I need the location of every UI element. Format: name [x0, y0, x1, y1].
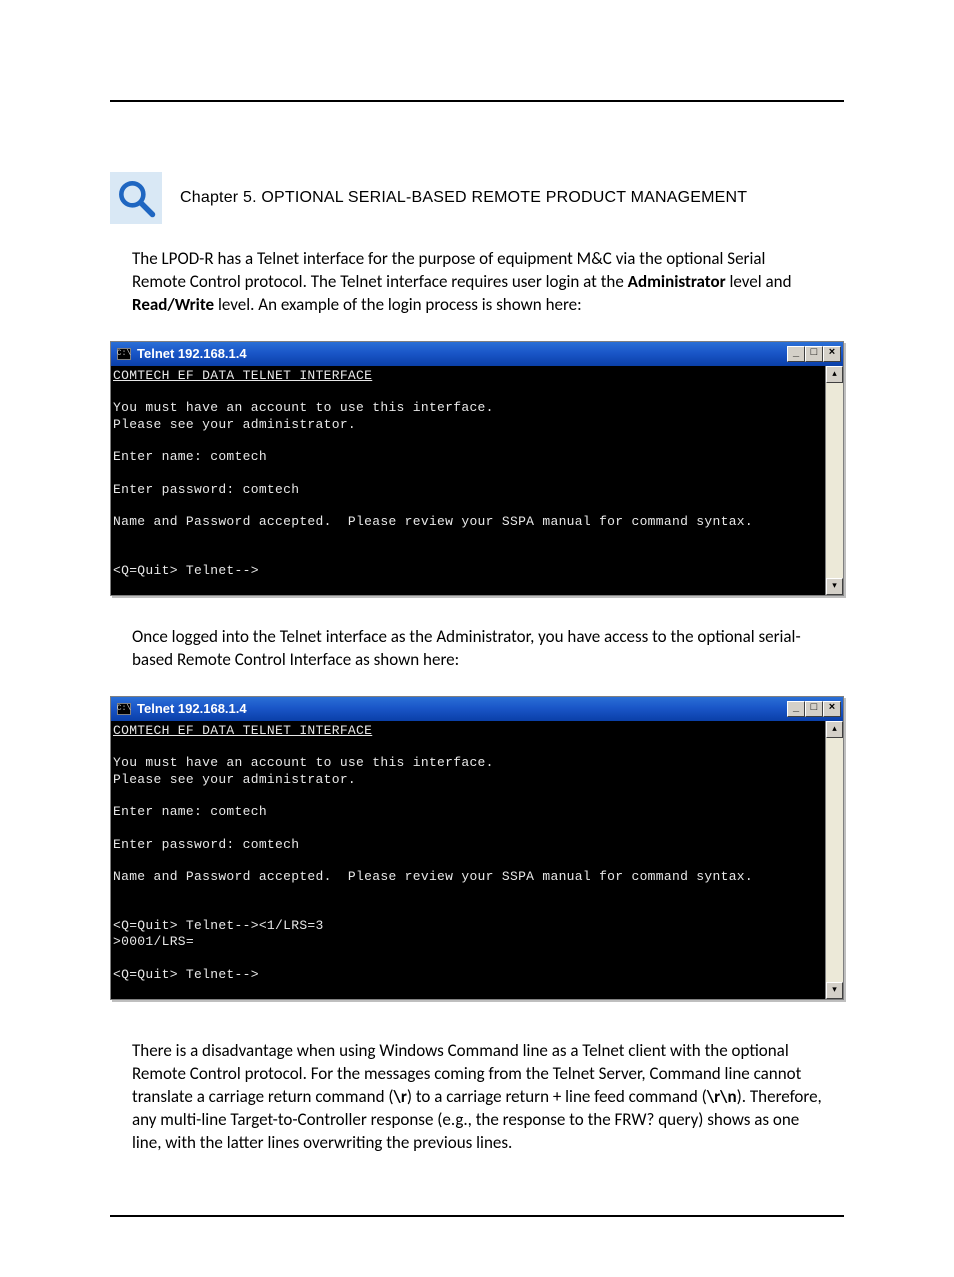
- console-output[interactable]: COMTECH EF DATA TELNET INTERFACE You mus…: [111, 721, 825, 999]
- minimize-button[interactable]: _: [787, 346, 805, 362]
- vertical-scrollbar[interactable]: ▴ ▾: [825, 366, 843, 595]
- scroll-up-button[interactable]: ▴: [826, 721, 843, 738]
- minimize-button[interactable]: _: [787, 701, 805, 717]
- telnet-window-session: C:\ Telnet 192.168.1.4 _ □ × COMTECH EF …: [110, 696, 844, 1000]
- scroll-down-button[interactable]: ▾: [826, 578, 843, 595]
- text: ) to a carriage return + line feed comma…: [407, 1086, 707, 1107]
- scroll-down-button[interactable]: ▾: [826, 982, 843, 999]
- close-button[interactable]: ×: [823, 346, 841, 362]
- telnet-window-login: C:\ Telnet 192.168.1.4 _ □ × COMTECH EF …: [110, 341, 844, 596]
- window-title: Telnet 192.168.1.4: [137, 346, 781, 361]
- bold-crlf: \r\n: [707, 1086, 737, 1107]
- window-titlebar[interactable]: C:\ Telnet 192.168.1.4 _ □ ×: [111, 697, 843, 721]
- magnifier-icon: [110, 172, 162, 224]
- cmd-prompt-glyph: C:\: [117, 705, 131, 713]
- text: level and: [726, 271, 792, 292]
- close-button[interactable]: ×: [823, 701, 841, 717]
- header-rule: [110, 100, 844, 102]
- bold-administrator: Administrator: [628, 271, 726, 292]
- bold-readwrite: Read/Write: [132, 294, 214, 315]
- system-menu-icon[interactable]: C:\: [117, 348, 131, 360]
- mid-paragraph: Once logged into the Telnet interface as…: [132, 626, 822, 672]
- intro-paragraph: The LPOD-R has a Telnet interface for th…: [132, 248, 822, 317]
- maximize-button[interactable]: □: [805, 346, 823, 362]
- window-titlebar[interactable]: C:\ Telnet 192.168.1.4 _ □ ×: [111, 342, 843, 366]
- window-title: Telnet 192.168.1.4: [137, 701, 781, 716]
- console-output[interactable]: COMTECH EF DATA TELNET INTERFACE You mus…: [111, 366, 825, 595]
- text: level. An example of the login process i…: [214, 294, 582, 315]
- footer-rule: [110, 1215, 844, 1217]
- vertical-scrollbar[interactable]: ▴ ▾: [825, 721, 843, 999]
- disadvantage-paragraph: There is a disadvantage when using Windo…: [132, 1040, 822, 1155]
- scroll-up-button[interactable]: ▴: [826, 366, 843, 383]
- chapter-header: Chapter 5. OPTIONAL SERIAL-BASED REMOTE …: [110, 172, 844, 224]
- maximize-button[interactable]: □: [805, 701, 823, 717]
- cmd-prompt-glyph: C:\: [117, 350, 131, 358]
- chapter-title: Chapter 5. OPTIONAL SERIAL-BASED REMOTE …: [180, 189, 747, 207]
- system-menu-icon[interactable]: C:\: [117, 703, 131, 715]
- bold-cr: \r: [394, 1086, 407, 1107]
